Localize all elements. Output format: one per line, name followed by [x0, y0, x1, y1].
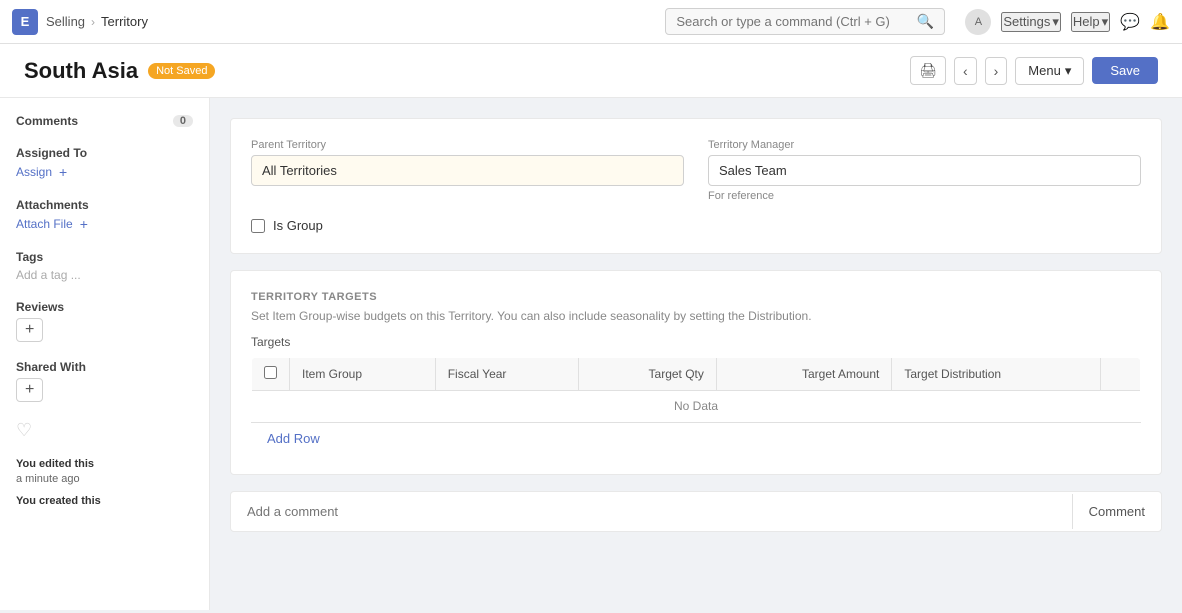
sidebar-assigned-to: Assigned To Assign + [16, 146, 193, 180]
targets-label: Targets [251, 335, 1141, 349]
search-bar[interactable]: 🔍 [665, 8, 945, 35]
page-actions: 🖨 ‹ › Menu ▾ Save [910, 56, 1158, 85]
no-data-cell: No Data [252, 391, 1141, 422]
page-title: South Asia [24, 58, 138, 84]
activity-time-1: a minute ago [16, 473, 80, 485]
breadcrumb: Selling › Territory [46, 14, 148, 29]
table-header: Item Group Fiscal Year Target Qty Target… [252, 358, 1141, 391]
nav-right: A Settings ▾ Help ▾ 💬 🔔 [965, 9, 1170, 35]
sidebar-tags: Tags Add a tag ... [16, 250, 193, 282]
page-title-area: South Asia Not Saved [24, 58, 215, 84]
avatar: A [965, 9, 991, 35]
breadcrumb-chevron-1: › [91, 15, 95, 29]
page-header: South Asia Not Saved 🖨 ‹ › Menu ▾ Save [0, 44, 1182, 98]
comments-label: Comments 0 [16, 114, 193, 128]
shared-with-label: Shared With [16, 360, 193, 374]
comment-card: Comment [230, 491, 1162, 532]
add-row-button[interactable]: Add Row [251, 422, 1141, 454]
tags-label: Tags [16, 250, 193, 264]
next-button[interactable]: › [985, 57, 1008, 85]
comment-button[interactable]: Comment [1072, 494, 1161, 529]
breadcrumb-selling[interactable]: Selling [46, 14, 85, 29]
comment-input[interactable] [231, 492, 1072, 531]
territory-manager-input[interactable] [708, 155, 1141, 186]
assigned-to-label: Assigned To [16, 146, 193, 160]
select-all-checkbox[interactable] [264, 366, 277, 379]
checkbox-column-header [252, 358, 290, 391]
is-group-checkbox[interactable] [251, 219, 265, 233]
fiscal-year-header: Fiscal Year [435, 358, 578, 391]
no-data-row: No Data [252, 391, 1141, 422]
main-content: Parent Territory Territory Manager For r… [210, 98, 1182, 610]
activity-item-1: You edited this a minute ago [16, 457, 193, 488]
app-logo: E [12, 9, 38, 35]
target-qty-header: Target Qty [579, 358, 717, 391]
help-button[interactable]: Help ▾ [1071, 12, 1110, 32]
attach-file-link[interactable]: Attach File + [16, 216, 193, 232]
sidebar-actions: ♡ [16, 420, 193, 441]
sidebar-comments: Comments 0 [16, 114, 193, 128]
targets-table: Item Group Fiscal Year Target Qty Target… [251, 357, 1141, 422]
add-shared-button[interactable]: + [16, 378, 43, 402]
form-row-1: Parent Territory Territory Manager For r… [251, 139, 1141, 202]
prev-button[interactable]: ‹ [954, 57, 977, 85]
parent-territory-label: Parent Territory [251, 139, 684, 151]
heart-icon[interactable]: ♡ [16, 420, 32, 440]
sidebar: Comments 0 Assigned To Assign + Attachme… [0, 98, 210, 610]
assign-link[interactable]: Assign + [16, 164, 193, 180]
territory-manager-group: Territory Manager For reference [708, 139, 1141, 202]
action-column-header [1101, 358, 1141, 391]
section-title: TERRITORY TARGETS [251, 291, 1141, 303]
activity-item-2: You created this [16, 494, 193, 509]
settings-button[interactable]: Settings ▾ [1001, 12, 1061, 32]
attach-plus-icon[interactable]: + [80, 216, 88, 232]
territory-manager-label: Territory Manager [708, 139, 1141, 151]
reviews-label: Reviews [16, 300, 193, 314]
save-button[interactable]: Save [1092, 57, 1158, 84]
comments-count: 0 [173, 115, 193, 127]
sidebar-reviews: Reviews + [16, 300, 193, 342]
parent-territory-input[interactable] [251, 155, 684, 186]
bell-icon[interactable]: 🔔 [1150, 12, 1170, 32]
search-input[interactable] [676, 14, 911, 29]
for-reference-label: For reference [708, 190, 1141, 202]
print-button[interactable]: 🖨 [910, 56, 946, 85]
item-group-header: Item Group [290, 358, 436, 391]
chat-icon[interactable]: 💬 [1120, 12, 1140, 32]
attachments-label: Attachments [16, 198, 193, 212]
is-group-row: Is Group [251, 218, 1141, 233]
add-review-button[interactable]: + [16, 318, 43, 342]
add-tag-input[interactable]: Add a tag ... [16, 268, 193, 282]
assign-plus-icon[interactable]: + [59, 164, 67, 180]
status-badge: Not Saved [148, 63, 215, 79]
topnav: E Selling › Territory 🔍 A Settings ▾ Hel… [0, 0, 1182, 44]
section-desc: Set Item Group-wise budgets on this Terr… [251, 309, 1141, 323]
sidebar-attachments: Attachments Attach File + [16, 198, 193, 232]
breadcrumb-territory[interactable]: Territory [101, 14, 148, 29]
form-card: Parent Territory Territory Manager For r… [230, 118, 1162, 254]
sidebar-shared-with: Shared With + [16, 360, 193, 402]
parent-territory-group: Parent Territory [251, 139, 684, 202]
targets-card: TERRITORY TARGETS Set Item Group-wise bu… [230, 270, 1162, 475]
search-icon: 🔍 [917, 13, 934, 30]
table-body: No Data [252, 391, 1141, 422]
menu-button[interactable]: Menu ▾ [1015, 57, 1084, 85]
target-amount-header: Target Amount [716, 358, 891, 391]
is-group-label: Is Group [273, 218, 323, 233]
main-layout: Comments 0 Assigned To Assign + Attachme… [0, 98, 1182, 610]
target-distribution-header: Target Distribution [892, 358, 1101, 391]
